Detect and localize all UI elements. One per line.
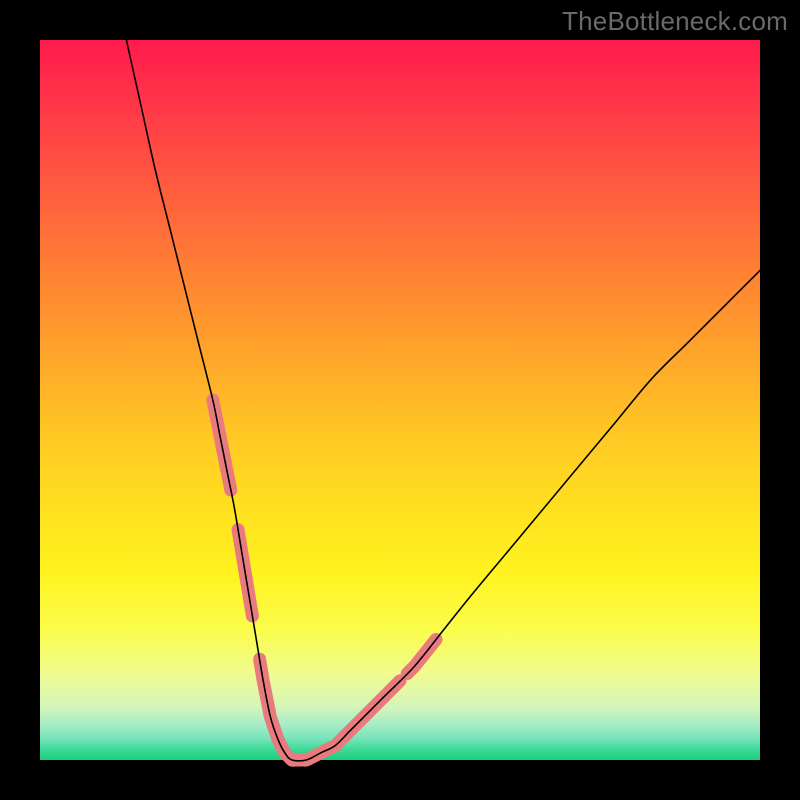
highlight-left-lower (260, 659, 282, 745)
plot-area (40, 40, 760, 760)
chart-frame: TheBottleneck.com (0, 0, 800, 800)
bottleneck-curve (126, 40, 760, 761)
watermark-text: TheBottleneck.com (562, 6, 788, 37)
curve-svg (40, 40, 760, 760)
